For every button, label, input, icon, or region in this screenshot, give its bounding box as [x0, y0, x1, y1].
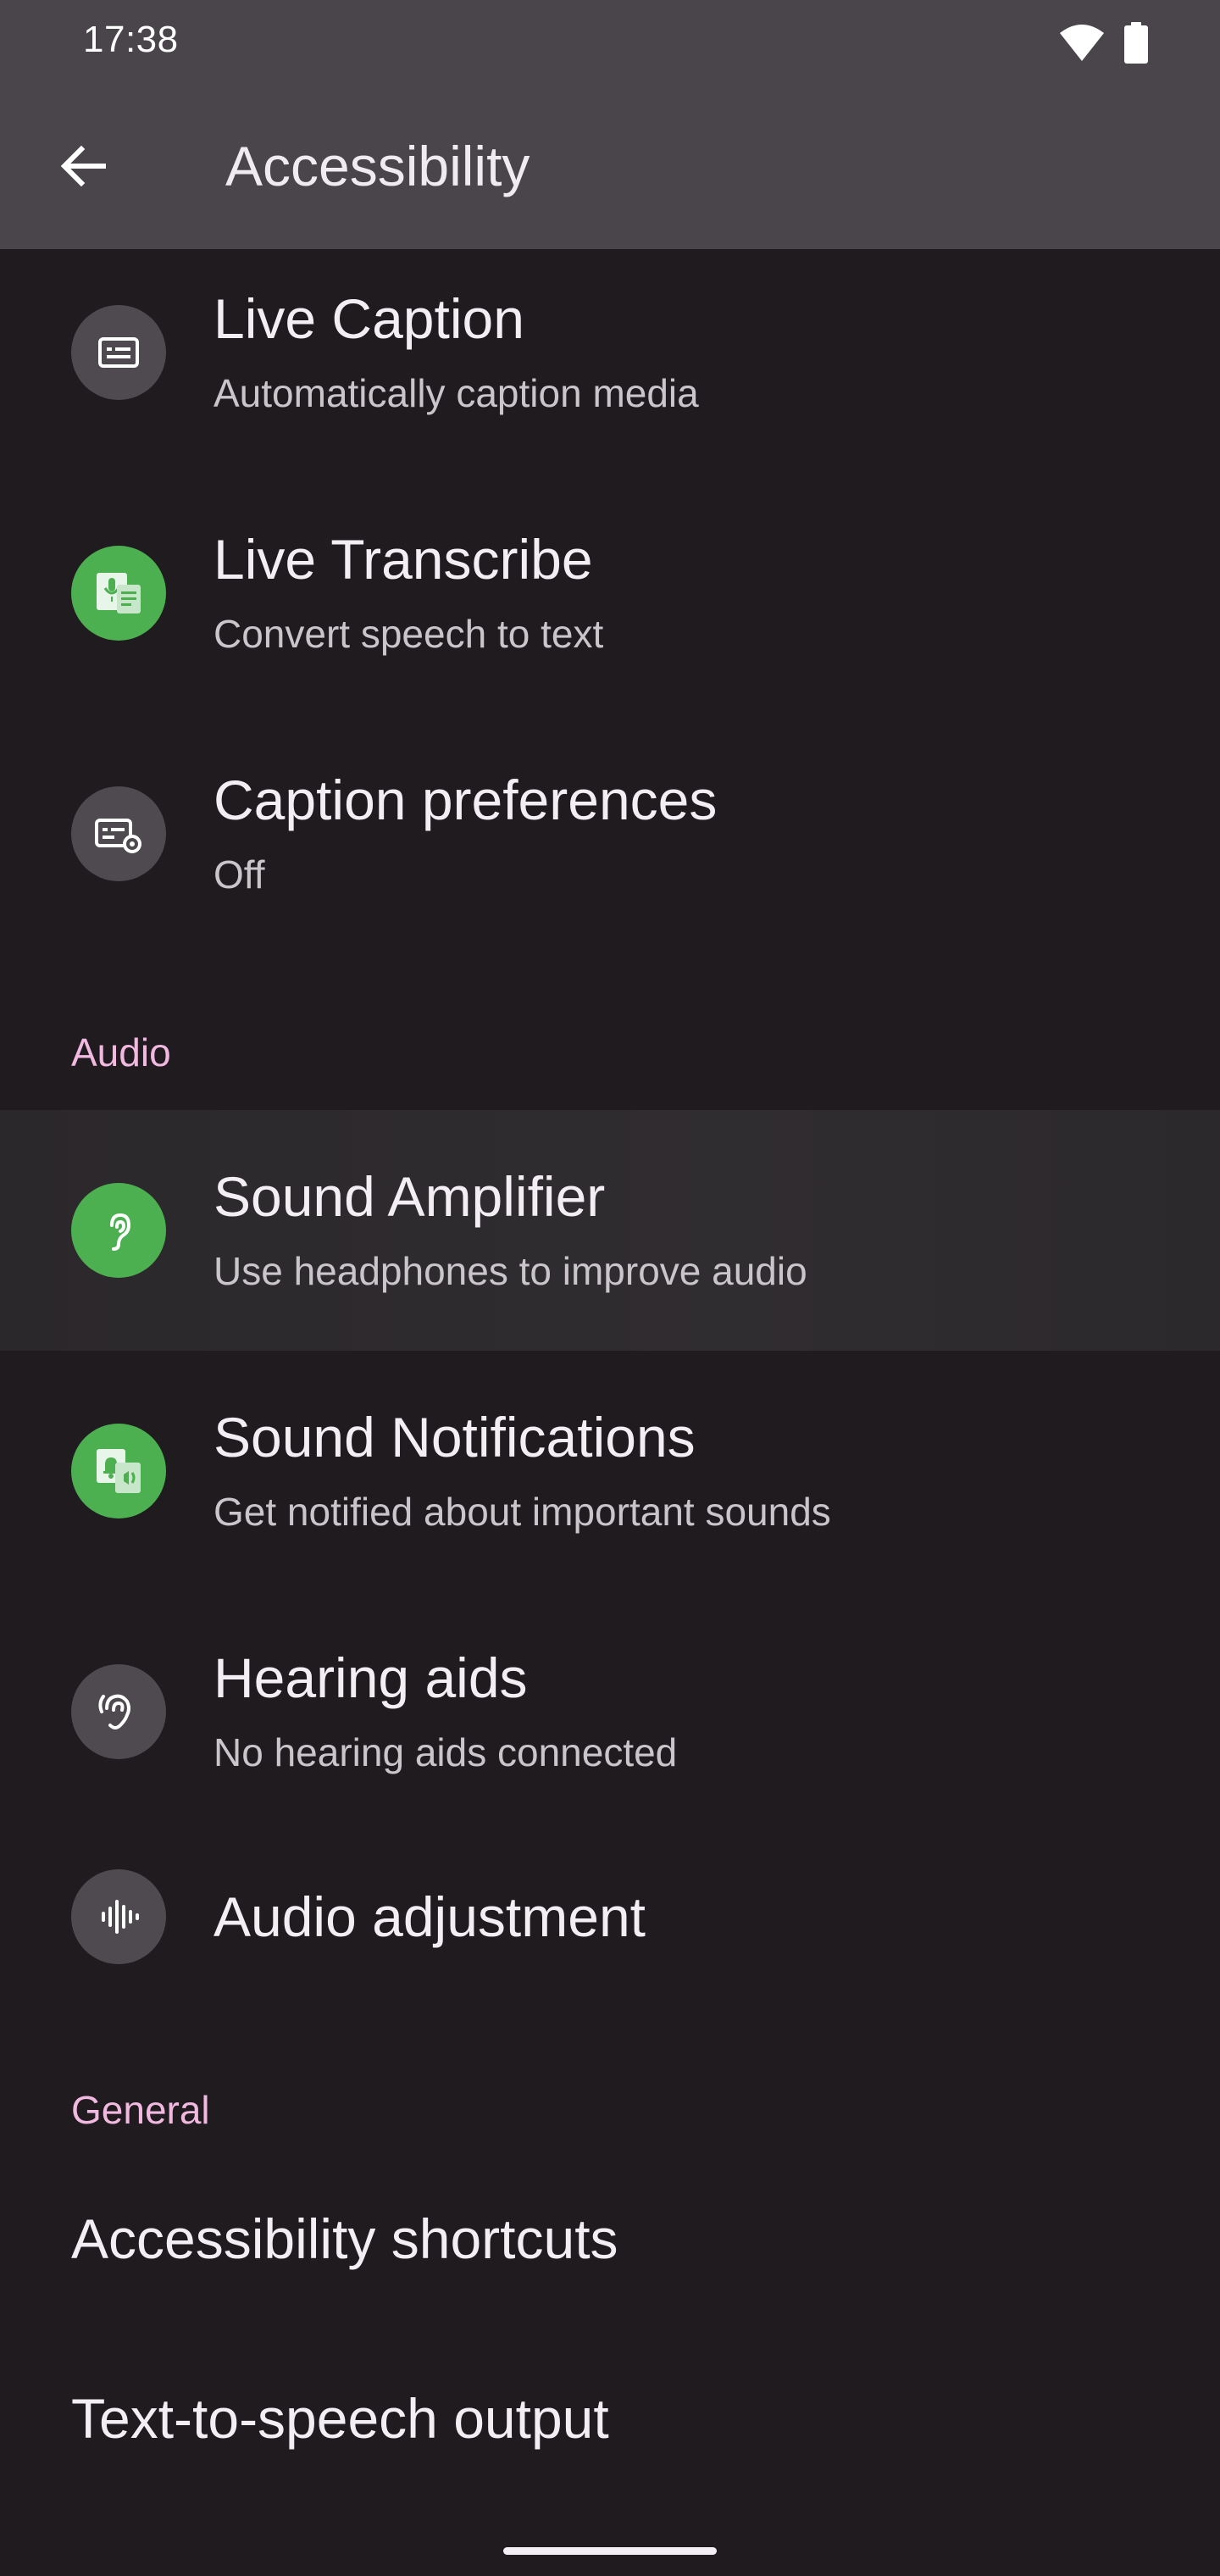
item-subtitle: Automatically caption media [214, 371, 699, 415]
app-bar: Accessibility [0, 85, 1220, 249]
section-header-audio: Audio [71, 1030, 171, 1074]
ear-icon [71, 1183, 166, 1278]
wifi-icon [1059, 25, 1105, 66]
item-title: Caption preferences [214, 769, 718, 831]
sound-notifications-icon [71, 1424, 166, 1518]
status-icons [1059, 22, 1149, 69]
item-title: Hearing aids [214, 1646, 528, 1709]
list-item-hearing-aids[interactable]: Hearing aids No hearing aids connected [0, 1591, 1220, 1832]
item-subtitle: Convert speech to text [214, 612, 604, 656]
hearing-aid-icon [71, 1664, 166, 1759]
section-header-general: General [71, 2088, 210, 2132]
list-item-live-caption[interactable]: Live Caption Automatically caption media [0, 249, 1220, 490]
item-subtitle: Off [214, 852, 265, 897]
audio-waveform-icon [71, 1869, 166, 1964]
item-title: Live Transcribe [214, 528, 593, 591]
item-title: Audio adjustment [214, 1885, 646, 1948]
page-title: Accessibility [225, 135, 530, 197]
item-title: Accessibility shortcuts [71, 2207, 618, 2270]
item-subtitle: Get notified about important sounds [214, 1490, 831, 1534]
list-item-sound-amplifier[interactable]: Sound Amplifier Use headphones to improv… [0, 1110, 1220, 1351]
list-item-sound-notifications[interactable]: Sound Notifications Get notified about i… [0, 1351, 1220, 1591]
item-title: Sound Amplifier [214, 1165, 606, 1228]
back-button[interactable] [44, 129, 122, 207]
battery-icon [1123, 22, 1149, 69]
status-time: 17:38 [83, 19, 179, 60]
list-item-accessibility-shortcuts[interactable]: Accessibility shortcuts [0, 2162, 1220, 2340]
item-subtitle: Use headphones to improve audio [214, 1249, 807, 1293]
list-item-caption-preferences[interactable]: Caption preferences Off [0, 730, 1220, 971]
item-title: Live Caption [214, 287, 524, 350]
list-item-text-to-speech-output[interactable]: Text-to-speech output [0, 2340, 1220, 2518]
list-item-audio-adjustment[interactable]: Audio adjustment [0, 1832, 1220, 2025]
item-title: Sound Notifications [214, 1406, 696, 1468]
item-subtitle: No hearing aids connected [214, 1730, 678, 1774]
list-item-live-transcribe[interactable]: Live Transcribe Convert speech to text [0, 490, 1220, 730]
live-transcribe-icon [71, 546, 166, 641]
item-title: Text-to-speech output [71, 2387, 609, 2450]
arrow-back-icon [58, 141, 108, 196]
live-caption-icon [71, 305, 166, 400]
status-bar: 17:38 [0, 0, 1220, 85]
gesture-navigation-handle[interactable] [503, 2547, 717, 2555]
caption-preferences-icon [71, 786, 166, 881]
